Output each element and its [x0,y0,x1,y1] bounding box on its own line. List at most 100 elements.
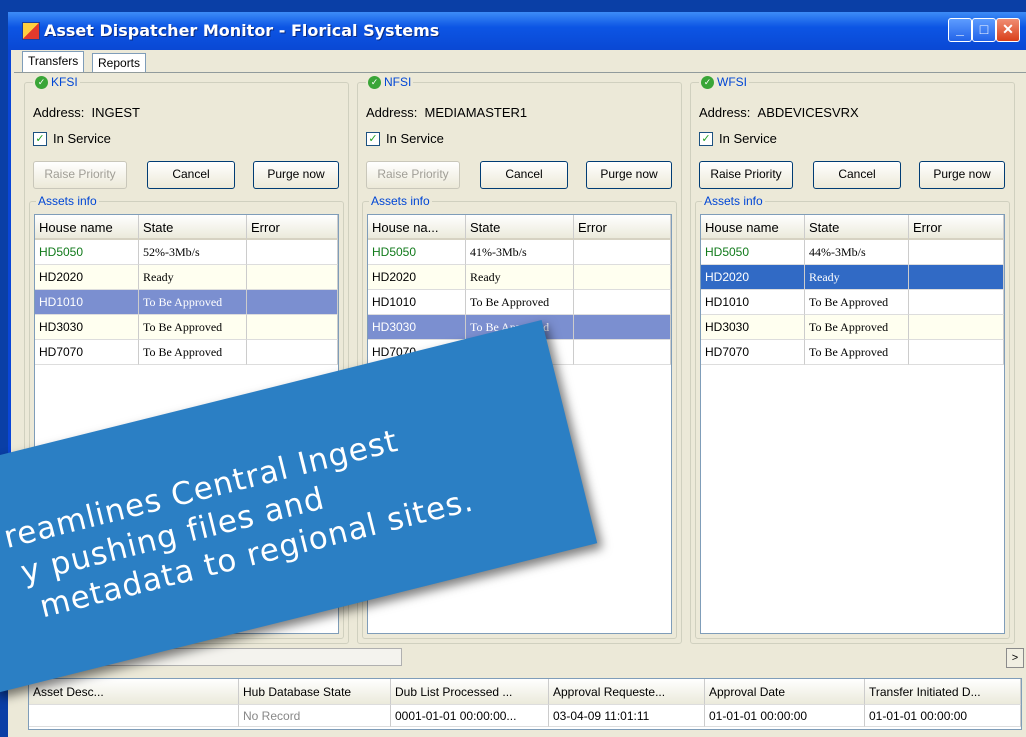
maximize-button[interactable]: □ [972,18,996,42]
purge-now-button[interactable]: Purge now [586,161,672,189]
checkmark-icon: ✓ [699,131,713,146]
cancel-button[interactable]: Cancel [147,161,235,189]
group-name: NFSI [384,75,412,89]
column-header[interactable]: State [805,215,909,240]
table-row[interactable]: HD7070To Be Approved [35,340,338,365]
assets-info-label: Assets info [36,194,99,208]
cell-state: To Be Approved [805,315,909,340]
cell-house-name: HD7070 [35,340,139,365]
table-row[interactable]: HD5050 52%-3Mb/s [35,240,338,265]
cell-house-name: HD5050 [35,240,139,265]
scroll-right-button[interactable]: > [1006,648,1024,668]
cell-error [574,315,671,340]
cell-state: 44%-3Mb/s [805,240,909,265]
cell-state: Ready [466,265,574,290]
table-row[interactable]: HD3030 To Be Approved [35,315,338,340]
cancel-button[interactable]: Cancel [813,161,901,189]
table-row[interactable]: No Record 0001-01-01 00:00:00... 03-04-0… [29,705,1021,727]
check-circle-icon: ✓ [35,75,48,89]
address-label: Address: [33,105,85,120]
group-name: WFSI [717,75,747,89]
in-service-label: In Service [719,131,777,146]
purge-now-button[interactable]: Purge now [919,161,1005,189]
cell-house-name: HD5050 [368,240,466,265]
grid-header: Asset Desc... Hub Database State Dub Lis… [29,679,1021,705]
table-row[interactable]: HD2020 Ready [35,265,338,290]
cell-house-name: HD3030 [701,315,805,340]
column-header[interactable]: State [139,215,247,240]
group-name: KFSI [51,75,78,89]
raise-priority-button[interactable]: Raise Priority [33,161,127,189]
app-icon [22,22,40,40]
in-service-label: In Service [53,131,111,146]
address-line: Address: MEDIAMASTER1 [366,105,527,120]
assets-grid[interactable]: House name State Error HD5050 44%-3Mb/s H… [700,214,1005,634]
check-circle-icon: ✓ [368,75,381,89]
in-service-checkbox[interactable]: ✓ In Service [366,131,444,146]
cell-error [909,340,1004,365]
table-row[interactable]: HD5050 41%-3Mb/s [368,240,671,265]
cell-hub-state: No Record [239,705,391,727]
column-header[interactable]: Hub Database State [239,679,391,705]
purge-now-button[interactable]: Purge now [253,161,339,189]
cell-state: To Be Approved [805,290,909,315]
cell-state: To Be Approved [805,340,909,365]
group-title: ✓ NFSI [366,75,414,89]
title-bar[interactable]: Asset Dispatcher Monitor - Florical Syst… [8,12,1026,50]
column-header[interactable]: House name [701,215,805,240]
cell-transfer-initiated: 01-01-01 00:00:00 [865,705,1021,727]
table-row-selected[interactable]: HD1010 To Be Approved [35,290,338,315]
column-header[interactable]: Error [247,215,338,240]
column-header[interactable]: Approval Requeste... [549,679,705,705]
table-row-selected[interactable]: HD2020 Ready [701,265,1004,290]
cell-state: Ready [805,265,909,290]
tab-transfers[interactable]: Transfers [22,51,85,72]
column-header[interactable]: Dub List Processed ... [391,679,549,705]
raise-priority-button[interactable]: Raise Priority [366,161,460,189]
cell-error [574,265,671,290]
cell-state: To Be Approved [139,315,247,340]
transfer-details-grid[interactable]: Asset Desc... Hub Database State Dub Lis… [28,678,1022,730]
cell-error [574,290,671,315]
group-title: ✓ WFSI [699,75,749,89]
cell-state: To Be Approved [139,290,247,315]
column-header[interactable]: State [466,215,574,240]
address-line: Address: ABDEVICESVRX [699,105,859,120]
cell-state: To Be Approved [139,340,247,365]
cell-error [909,315,1004,340]
cell-state: To Be Approved [466,290,574,315]
table-row[interactable]: HD1010 To Be Approved [701,290,1004,315]
in-service-checkbox[interactable]: ✓ In Service [699,131,777,146]
column-header[interactable]: House name [35,215,139,240]
tab-reports[interactable]: Reports [92,53,147,72]
raise-priority-button[interactable]: Raise Priority [699,161,793,189]
address-label: Address: [699,105,751,120]
address-value: ABDEVICESVRX [757,105,859,120]
cell-approval-requested: 03-04-09 11:01:11 [549,705,705,727]
cell-state: 41%-3Mb/s [466,240,574,265]
cell-house-name: HD2020 [701,265,805,290]
table-row[interactable]: HD3030 To Be Approved [701,315,1004,340]
cell-error [909,290,1004,315]
cell-house-name: HD7070 [701,340,805,365]
column-header[interactable]: Asset Desc... [29,679,239,705]
table-row[interactable]: HD2020 Ready [368,265,671,290]
close-button[interactable]: ✕ [996,18,1020,42]
cell-error [247,315,338,340]
cell-error [909,240,1004,265]
column-header[interactable]: House na... [368,215,466,240]
grid-header: House name State Error [35,215,338,240]
table-row[interactable]: HD5050 44%-3Mb/s [701,240,1004,265]
minimize-button[interactable]: _ [948,18,972,42]
cancel-button[interactable]: Cancel [480,161,568,189]
in-service-checkbox[interactable]: ✓ In Service [33,131,111,146]
table-row[interactable]: HD1010 To Be Approved [368,290,671,315]
table-row[interactable]: HD7070To Be Approved [701,340,1004,365]
column-header[interactable]: Transfer Initiated D... [865,679,1021,705]
column-header[interactable]: Error [909,215,1004,240]
column-header[interactable]: Approval Date [705,679,865,705]
address-label: Address: [366,105,418,120]
column-header[interactable]: Error [574,215,671,240]
address-line: Address: INGEST [33,105,140,120]
checkmark-icon: ✓ [33,131,47,146]
